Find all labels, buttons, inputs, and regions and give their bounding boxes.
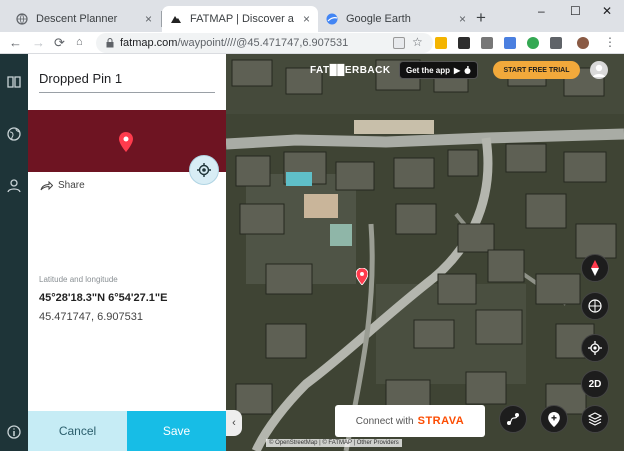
coords-decimal: 45.471747, 6.907531: [39, 311, 143, 323]
user-silhouette-icon: [593, 64, 605, 77]
waypoint-panel: Dropped Pin 1 Share Latitude and longitu…: [28, 54, 226, 451]
forward-arrow-icon[interactable]: →: [32, 35, 45, 50]
strava-prefix: Connect with: [355, 415, 414, 427]
bookmark-star-icon[interactable]: ☆: [412, 35, 423, 49]
close-tab-icon[interactable]: ×: [303, 12, 310, 26]
view-mode-2d-button[interactable]: 2D: [581, 370, 609, 398]
globe-grid-icon: [588, 299, 602, 313]
route-planner-button[interactable]: [499, 405, 527, 433]
my-location-button[interactable]: [581, 334, 609, 362]
save-button[interactable]: Save: [127, 411, 226, 451]
translate-icon[interactable]: [504, 37, 516, 49]
tab-title: Descent Planner: [36, 13, 118, 25]
apple-icon: [464, 66, 471, 74]
fatmap-logo: FAT██ERBACK: [310, 65, 391, 76]
share-button[interactable]: Share: [40, 180, 85, 191]
tab-title: FATMAP | Discover a world of: [190, 13, 297, 25]
globe-icon[interactable]: [6, 126, 22, 142]
extension-icon[interactable]: [550, 37, 562, 49]
address-bar[interactable]: fatmap.com/waypoint////@45.471747,6.9075…: [96, 33, 433, 53]
back-arrow-icon[interactable]: ←: [9, 35, 22, 50]
browser-toolbar: ← → ⟳ ⌂ fatmap.com/waypoint////@45.47174…: [0, 32, 624, 54]
extension-icon[interactable]: [435, 37, 447, 49]
collapse-panel-button[interactable]: ‹: [226, 410, 242, 436]
url-path: /waypoint////@45.471747,6.907531: [177, 37, 349, 49]
compass-button[interactable]: [581, 254, 609, 282]
pin-name-input[interactable]: Dropped Pin 1: [39, 71, 215, 93]
maximize-window-button[interactable]: ☐: [570, 4, 581, 18]
get-the-app-button[interactable]: Get the app ▶: [399, 61, 479, 79]
minimize-window-button[interactable]: –: [538, 4, 545, 18]
pin-plus-icon: [548, 411, 560, 427]
tab-fatmap[interactable]: FATMAP | Discover a world of ×: [162, 6, 318, 32]
cancel-button[interactable]: Cancel: [28, 411, 127, 451]
coords-label: Latitude and longitude: [39, 275, 118, 284]
globe-view-button[interactable]: [581, 292, 609, 320]
map-pin-icon: [119, 132, 133, 152]
strava-brand: STRAVA: [417, 415, 465, 427]
map-attribution[interactable]: © OpenStreetMap | © FATMAP | Other Provi…: [266, 439, 402, 447]
profile-avatar[interactable]: [577, 37, 589, 49]
new-tab-button[interactable]: +: [476, 8, 486, 28]
lock-icon: [106, 38, 114, 48]
info-icon[interactable]: [6, 424, 22, 440]
user-icon[interactable]: [6, 178, 22, 194]
extension-icon[interactable]: [527, 37, 539, 49]
reload-icon[interactable]: ⟳: [54, 35, 65, 51]
close-tab-icon[interactable]: ×: [145, 12, 152, 26]
locate-icon: [588, 341, 602, 355]
start-free-trial-button[interactable]: START FREE TRIAL: [493, 61, 580, 79]
recenter-location-button[interactable]: [189, 155, 219, 185]
tab-google-earth[interactable]: Google Earth ×: [318, 6, 474, 32]
play-store-icon: ▶: [454, 65, 461, 75]
book-icon[interactable]: [6, 74, 22, 90]
account-avatar[interactable]: [590, 61, 608, 79]
menu-kebab-icon[interactable]: ⋮: [604, 35, 616, 49]
add-waypoint-button[interactable]: [540, 405, 568, 433]
close-window-button[interactable]: ✕: [602, 4, 612, 18]
close-tab-icon[interactable]: ×: [459, 12, 466, 26]
compass-icon: [591, 260, 599, 276]
share-label: Share: [58, 180, 85, 191]
mountain-favicon-icon: [171, 16, 181, 23]
globe-favicon-icon: [16, 13, 28, 25]
layers-icon: [588, 412, 602, 426]
extension-icon[interactable]: [458, 37, 470, 49]
map-layers-button[interactable]: [581, 405, 609, 433]
google-earth-favicon-icon: [326, 13, 338, 25]
satellite-imagery: [226, 54, 624, 451]
route-icon: [507, 413, 519, 425]
browser-tab-strip: Descent Planner × FATMAP | Discover a wo…: [0, 0, 624, 32]
home-icon[interactable]: ⌂: [76, 36, 83, 48]
tab-descent-planner[interactable]: Descent Planner ×: [8, 6, 160, 32]
connect-strava-button[interactable]: Connect with STRAVA: [335, 405, 485, 437]
satellite-map[interactable]: FAT██ERBACK Get the app ▶ START FREE TRI…: [226, 54, 624, 451]
left-nav-rail: [0, 54, 28, 451]
coords-dms: 45°28'18.3"N 6°54'27.1"E: [39, 292, 168, 304]
map-pin-marker-icon[interactable]: [356, 268, 368, 285]
url-host: fatmap.com: [120, 37, 178, 49]
extension-icon[interactable]: [481, 37, 493, 49]
camera-blocked-icon[interactable]: [393, 37, 405, 49]
get-app-label: Get the app: [406, 65, 451, 75]
share-arrow-icon: [40, 180, 53, 190]
crosshair-icon: [197, 163, 211, 177]
tab-title: Google Earth: [346, 13, 411, 25]
